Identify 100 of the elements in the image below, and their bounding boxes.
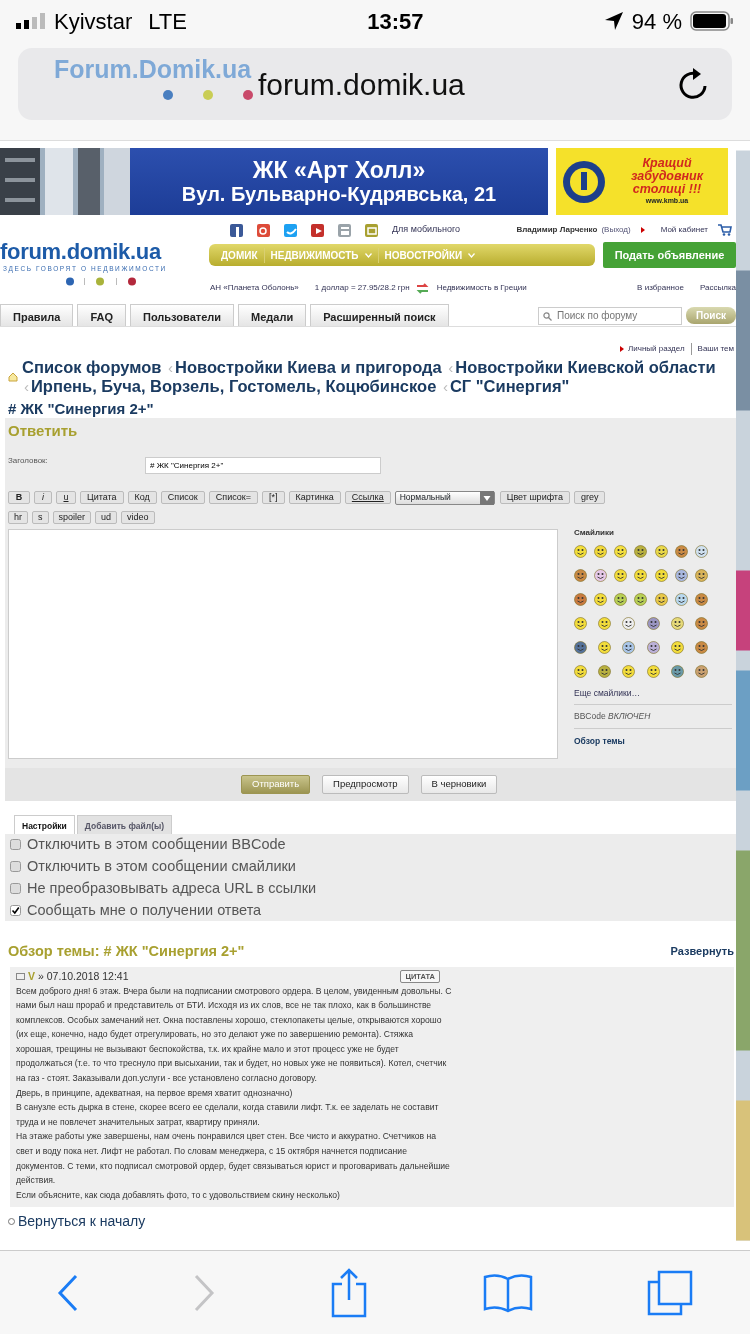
smiley-icon[interactable] [614,568,628,582]
smiley-icon[interactable] [614,592,628,606]
back-to-top-link[interactable]: Вернуться к началу [18,1210,146,1232]
checkbox[interactable] [10,839,21,850]
twitter-icon[interactable] [284,223,297,237]
search-field[interactable]: Поиск по форуму [538,306,682,325]
bookmarks-icon[interactable] [483,1272,533,1313]
smiley-icon[interactable] [574,640,587,654]
format-button[interactable]: Код [127,491,157,504]
smiley-icon[interactable] [574,616,587,630]
preset-button[interactable]: grey [573,491,606,504]
form-button[interactable]: В черновики [420,774,498,794]
smiley-icon[interactable] [594,568,608,582]
smiley-icon[interactable] [694,664,708,678]
user-link[interactable]: Личный раздел [628,343,685,355]
tabs-icon[interactable] [647,1269,693,1316]
smiley-icon[interactable] [674,592,688,606]
subject-field[interactable]: # ЖК "Синергия 2+" [145,456,381,474]
smiley-icon[interactable] [634,592,648,606]
window-icon[interactable] [365,223,378,237]
checkbox[interactable] [10,883,21,894]
format-button[interactable]: video [121,510,155,524]
smiley-icon[interactable] [622,664,636,678]
share-icon[interactable] [329,1267,369,1318]
smiley-icon[interactable] [574,568,587,582]
format-button[interactable]: i [34,491,52,504]
options-tab[interactable]: Настройки [14,814,75,834]
smiley-icon[interactable] [598,640,612,654]
smiley-icon[interactable] [594,592,608,606]
calculator-icon[interactable] [338,223,351,237]
breadcrumb-link[interactable]: СГ "Синергия" [449,377,570,395]
mobile-link[interactable]: Для мобильного [392,223,461,237]
smiley-icon[interactable] [594,544,608,558]
menu-tab[interactable]: Медали [238,304,307,326]
format-button[interactable]: u [56,491,76,504]
more-smilies-link[interactable]: Еще смайлики… [574,686,732,706]
format-button[interactable]: Список [160,491,205,504]
menu-tab[interactable]: Пользователи [130,304,234,326]
smiley-icon[interactable] [654,544,668,558]
back-icon[interactable] [57,1273,79,1312]
smiley-icon[interactable] [622,616,636,630]
address-bar[interactable]: Forum.Domik.ua forum.domik.ua [18,48,732,120]
breadcrumb-link[interactable]: Новостройки Киева и пригорода [175,358,442,376]
site-logo[interactable]: forum.domik.ua [0,240,205,264]
smiley-icon[interactable] [654,568,668,582]
smiley-icon[interactable] [670,664,684,678]
format-button[interactable]: ud [95,510,118,524]
font-color-button[interactable]: Цвет шрифта [499,491,570,504]
format-button[interactable]: B [8,491,30,504]
expand-link[interactable]: Развернуть [670,943,734,960]
message-field[interactable] [8,528,558,759]
format-button[interactable]: Цитата [80,491,124,504]
smiley-icon[interactable] [670,640,684,654]
menu-tab[interactable]: Правила [0,304,74,326]
topic-review-link[interactable]: Обзор темы [574,735,732,748]
breadcrumb-link[interactable]: Новостройки Киевской области [455,358,716,376]
agency-link[interactable]: АН «Планета Оболонь» [210,282,299,294]
smiley-icon[interactable] [694,544,708,558]
user-name[interactable]: Владимир Ларченко [516,224,598,236]
user-link[interactable]: Ваши тем [690,343,734,355]
breadcrumb-link[interactable]: Ирпень, Буча, Ворзель, Гостомель, Коцюбинское [31,377,437,395]
smiley-icon[interactable] [654,592,668,606]
checkbox[interactable] [10,905,21,916]
format-button[interactable]: hr [8,510,28,524]
smiley-icon[interactable] [634,568,648,582]
smiley-icon[interactable] [670,616,684,630]
smiley-icon[interactable] [574,592,587,606]
smiley-icon[interactable] [574,664,587,678]
smiley-icon[interactable] [622,640,636,654]
smiley-icon[interactable] [674,544,688,558]
smiley-icon[interactable] [694,616,708,630]
format-button[interactable]: Картинка [288,491,341,504]
smiley-icon[interactable] [646,664,660,678]
banner-ad[interactable]: ЖК «Арт Холл» Вул. Бульварно-Кудрявська, 21 [130,148,548,215]
smiley-icon[interactable] [634,544,648,558]
format-button[interactable]: Список= [208,491,258,504]
cabinet-link[interactable]: Мой кабинет [660,224,708,236]
smiley-icon[interactable] [694,592,708,606]
newsletter-link[interactable]: Рассылка [699,282,736,294]
format-button[interactable]: [*] [262,491,285,504]
youtube-icon[interactable] [311,223,324,237]
cart-icon[interactable] [718,224,732,236]
form-button[interactable]: Предпросмотр [322,774,409,794]
smiley-icon[interactable] [694,568,708,582]
smiley-icon[interactable] [598,616,612,630]
breadcrumb-link[interactable]: Список форумов [22,358,162,376]
greece-link[interactable]: Недвижимость в Греции [436,282,527,294]
smiley-icon[interactable] [574,544,587,558]
smiley-icon[interactable] [694,640,708,654]
favorites-link[interactable]: В избранное [637,282,684,294]
font-size-select[interactable]: Нормальный [394,490,495,505]
smiley-icon[interactable] [646,616,660,630]
checkbox[interactable] [10,861,21,872]
logout-link[interactable]: (Выход) [601,224,631,236]
options-tab[interactable]: Добавить файл(ы) [76,814,173,834]
menu-tab[interactable]: FAQ [77,304,126,326]
smiley-icon[interactable] [614,544,628,558]
smiley-icon[interactable] [646,640,660,654]
format-button[interactable]: Ссылка [344,491,391,504]
format-button[interactable]: s [32,510,49,524]
